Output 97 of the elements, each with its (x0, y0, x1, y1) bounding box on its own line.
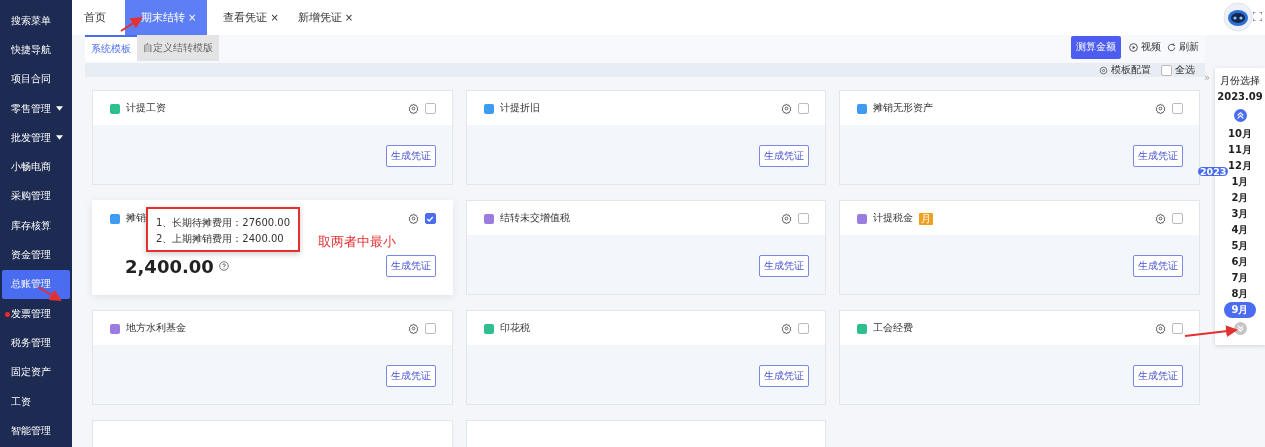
annotation-text: 取两者中最小 (318, 233, 396, 251)
month-item[interactable]: 4月 (1231, 222, 1249, 238)
generate-voucher-button[interactable]: 生成凭证 (759, 145, 810, 167)
generate-voucher-button[interactable]: 生成凭证 (1133, 255, 1183, 277)
card-title: 地方水利基金 (126, 322, 186, 335)
tab[interactable]: 查看凭证 × (223, 0, 290, 35)
sidebar-item[interactable]: 资金管理 (2, 240, 70, 270)
sidebar-item[interactable]: 采购管理 (2, 181, 70, 212)
annotation-arrow (1184, 325, 1238, 338)
card-title: 工会经费 (873, 322, 914, 335)
fullscreen-icon[interactable] (1253, 12, 1262, 21)
generate-voucher-button[interactable]: 生成凭证 (1133, 145, 1183, 167)
generate-voucher-button[interactable]: 生成凭证 (385, 145, 436, 167)
play-icon (1129, 42, 1138, 52)
settings-icon[interactable] (781, 213, 793, 224)
sidebar-item[interactable]: 工资 (2, 386, 70, 417)
month-item[interactable]: 6月 (1231, 254, 1249, 270)
settings-icon[interactable] (1155, 213, 1166, 224)
tab[interactable]: 首页 (84, 0, 117, 35)
month-item[interactable]: 10月 (1228, 126, 1252, 142)
checkbox[interactable] (1172, 323, 1183, 334)
sidebar-item[interactable]: 快捷导航 (2, 35, 70, 65)
sub-tab[interactable]: 自定义结转模版 (137, 35, 219, 61)
tab[interactable]: 新增凭证 × (297, 0, 365, 35)
sidebar-item[interactable]: 总账管理 (2, 269, 70, 299)
period-badge: 月 (919, 212, 934, 225)
settings-icon[interactable] (407, 323, 419, 334)
checkbox[interactable] (424, 323, 436, 334)
annotation-arrow (120, 16, 143, 32)
card-title: 计提工资 (126, 102, 166, 115)
robot-avatar-icon[interactable] (1223, 2, 1253, 32)
amount: 2,400.00 (125, 255, 214, 277)
checkbox[interactable] (798, 323, 810, 334)
card-title: 计提折旧 (499, 102, 540, 115)
settings-icon[interactable] (1155, 323, 1166, 334)
month-picker-title: 月份选择 (1220, 74, 1260, 88)
sidebar-item[interactable]: 固定资产 (2, 357, 70, 387)
refresh-icon (1167, 42, 1176, 52)
generate-voucher-button[interactable]: 生成凭证 (385, 255, 436, 277)
month-item[interactable]: 12月 (1228, 158, 1252, 174)
checkbox[interactable] (1172, 213, 1183, 224)
checkbox[interactable] (798, 213, 810, 224)
sub-tab[interactable]: 系统模板 (85, 35, 137, 61)
close-icon[interactable]: × (270, 12, 279, 23)
settings-icon[interactable] (407, 213, 419, 224)
sidebar-item[interactable]: 发票管理 (2, 298, 70, 329)
checkbox[interactable] (1172, 103, 1183, 114)
sidebar-item[interactable]: 搜索菜单 (2, 6, 70, 36)
settings-icon[interactable] (407, 103, 419, 114)
settings-icon[interactable] (1155, 103, 1166, 114)
month-item[interactable]: 1月 (1231, 174, 1249, 190)
tooltip-line: 1、长期待摊费用：27600.00 (156, 216, 291, 230)
template-config-link[interactable]: 模板配置 (1099, 63, 1151, 77)
settings-icon (1099, 65, 1108, 75)
video-link[interactable]: 视频 (1129, 40, 1161, 54)
tab[interactable]: 期末结转 × (125, 0, 208, 35)
card-title: 结转未交增值税 (499, 212, 570, 225)
help-icon[interactable] (218, 261, 229, 271)
select-all-label: 全选 (1175, 63, 1195, 77)
generate-voucher-button[interactable]: 生成凭证 (759, 365, 810, 387)
sidebar-item[interactable]: 项目合同 (2, 64, 70, 94)
generate-voucher-button[interactable]: 生成凭证 (759, 255, 810, 277)
month-item[interactable]: 5月 (1231, 238, 1249, 254)
current-month: 2023.09 (1217, 91, 1263, 104)
close-icon[interactable]: × (188, 12, 197, 23)
month-item[interactable]: 7月 (1231, 270, 1249, 286)
card-title: 计提税金 (873, 212, 914, 225)
card-title: 摊销 (126, 212, 146, 225)
refresh-link[interactable]: 刷新 (1167, 40, 1199, 54)
month-item[interactable]: 2月 (1231, 190, 1249, 206)
sidebar-item[interactable]: 批发管理 (2, 123, 70, 153)
calculate-button[interactable]: 测算金额 (1071, 35, 1121, 59)
month-item[interactable]: 3月 (1231, 206, 1249, 222)
annotation-arrow (37, 286, 62, 301)
generate-voucher-button[interactable]: 生成凭证 (1133, 365, 1183, 387)
tooltip-line: 2、上期摊销费用：2400.00 (156, 232, 285, 246)
card-title: 印花税 (499, 322, 530, 335)
year-badge: 2023 (1198, 167, 1229, 176)
settings-icon[interactable] (781, 323, 793, 334)
generate-voucher-button[interactable]: 生成凭证 (385, 365, 436, 387)
month-item[interactable]: 9月 (1224, 302, 1256, 318)
checkbox[interactable] (798, 103, 810, 114)
sidebar-item[interactable]: 小畅电商 (2, 152, 70, 182)
checkbox[interactable] (424, 213, 436, 224)
checkbox[interactable] (424, 103, 436, 114)
sidebar-item[interactable]: 库存核算 (2, 211, 70, 241)
sidebar-item[interactable]: 税务管理 (2, 328, 70, 358)
chevron-up-icon[interactable] (1233, 109, 1247, 122)
month-item[interactable]: 11月 (1228, 142, 1252, 158)
chevron-down-icon[interactable] (1233, 322, 1247, 335)
month-item[interactable]: 8月 (1231, 286, 1249, 302)
checkbox[interactable] (1161, 64, 1172, 76)
close-icon[interactable]: × (344, 12, 354, 23)
card-title: 摊销无形资产 (873, 102, 934, 115)
sidebar-item[interactable]: 智能管理 (2, 416, 70, 446)
sidebar-item[interactable]: 零售管理 (2, 93, 70, 124)
settings-icon[interactable] (781, 103, 793, 114)
